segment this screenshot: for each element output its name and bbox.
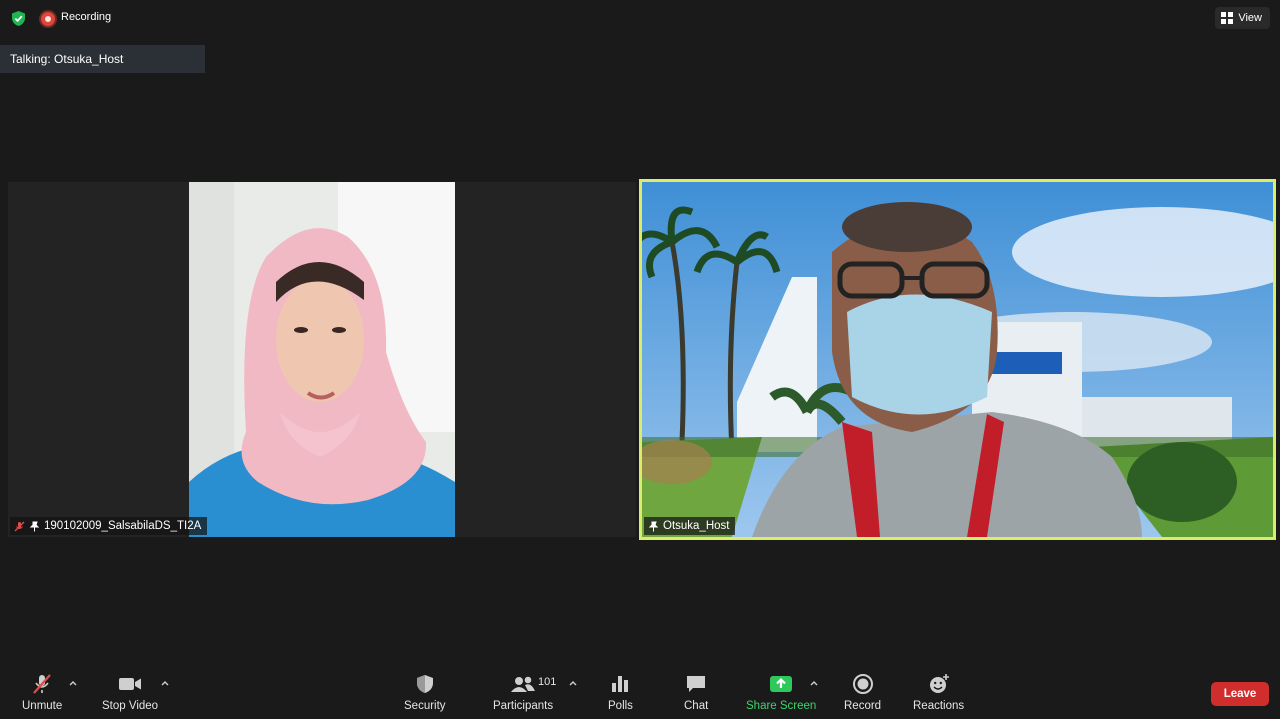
pin-icon bbox=[648, 521, 659, 531]
talking-indicator: Talking: Otsuka_Host bbox=[0, 45, 205, 73]
record-icon bbox=[852, 674, 873, 694]
participants-icon bbox=[511, 676, 536, 692]
chat-label: Chat bbox=[684, 700, 709, 712]
chat-button[interactable]: Chat bbox=[684, 672, 708, 712]
unmute-button[interactable]: Unmute bbox=[22, 672, 62, 712]
host-name-tag: Otsuka_Host bbox=[644, 517, 736, 535]
unmute-label: Unmute bbox=[22, 700, 63, 712]
security-button[interactable]: Security bbox=[404, 672, 446, 712]
polls-button[interactable]: Polls bbox=[608, 672, 633, 712]
record-button[interactable]: Record bbox=[844, 672, 881, 712]
record-label: Record bbox=[844, 700, 882, 712]
recording-label: Recording bbox=[61, 11, 112, 23]
participants-count-badge: 101 bbox=[538, 676, 557, 688]
recording-indicator-icon bbox=[41, 12, 55, 26]
bar-chart-icon bbox=[612, 676, 629, 692]
chat-bubble-icon bbox=[687, 676, 706, 692]
leave-button[interactable]: Leave bbox=[1211, 682, 1269, 706]
share-screen-icon bbox=[770, 676, 793, 692]
video-tile-active-speaker[interactable]: Otsuka_Host bbox=[639, 179, 1276, 540]
participants-options-chevron-icon[interactable] bbox=[568, 678, 578, 688]
video-tile-participant[interactable]: 190102009_SalsabilaDS_TI2A bbox=[8, 182, 636, 537]
participant-video-feed bbox=[8, 182, 636, 537]
talking-text: Talking: Otsuka_Host bbox=[10, 52, 124, 66]
muted-mic-icon bbox=[14, 521, 25, 531]
shield-icon bbox=[416, 675, 433, 693]
grid-view-icon bbox=[1221, 12, 1234, 24]
audio-options-chevron-icon[interactable] bbox=[68, 678, 78, 688]
host-name: Otsuka_Host bbox=[663, 520, 730, 532]
reactions-button[interactable]: Reactions bbox=[913, 672, 964, 712]
security-label: Security bbox=[404, 700, 446, 712]
smiley-plus-icon bbox=[929, 674, 949, 693]
view-button[interactable]: View bbox=[1215, 7, 1270, 29]
participant-name: 190102009_SalsabilaDS_TI2A bbox=[44, 520, 202, 532]
stop-video-button[interactable]: Stop Video bbox=[102, 672, 158, 712]
view-label: View bbox=[1238, 12, 1262, 24]
host-video-feed bbox=[642, 182, 1273, 537]
reactions-label: Reactions bbox=[913, 700, 965, 712]
muted-mic-icon bbox=[33, 674, 51, 694]
meeting-toolbar: Unmute Stop Video Security Participants … bbox=[0, 662, 1280, 719]
video-camera-icon bbox=[119, 678, 142, 690]
share-screen-button[interactable]: Share Screen bbox=[746, 672, 816, 712]
participant-name-tag: 190102009_SalsabilaDS_TI2A bbox=[10, 517, 208, 535]
shield-check-icon[interactable] bbox=[10, 10, 27, 27]
stop-video-label: Stop Video bbox=[102, 700, 159, 712]
share-screen-label: Share Screen bbox=[746, 700, 817, 712]
video-options-chevron-icon[interactable] bbox=[160, 678, 170, 688]
participants-label: Participants bbox=[493, 700, 554, 712]
share-options-chevron-icon[interactable] bbox=[809, 678, 819, 688]
pin-icon bbox=[29, 521, 40, 531]
polls-label: Polls bbox=[608, 700, 633, 712]
